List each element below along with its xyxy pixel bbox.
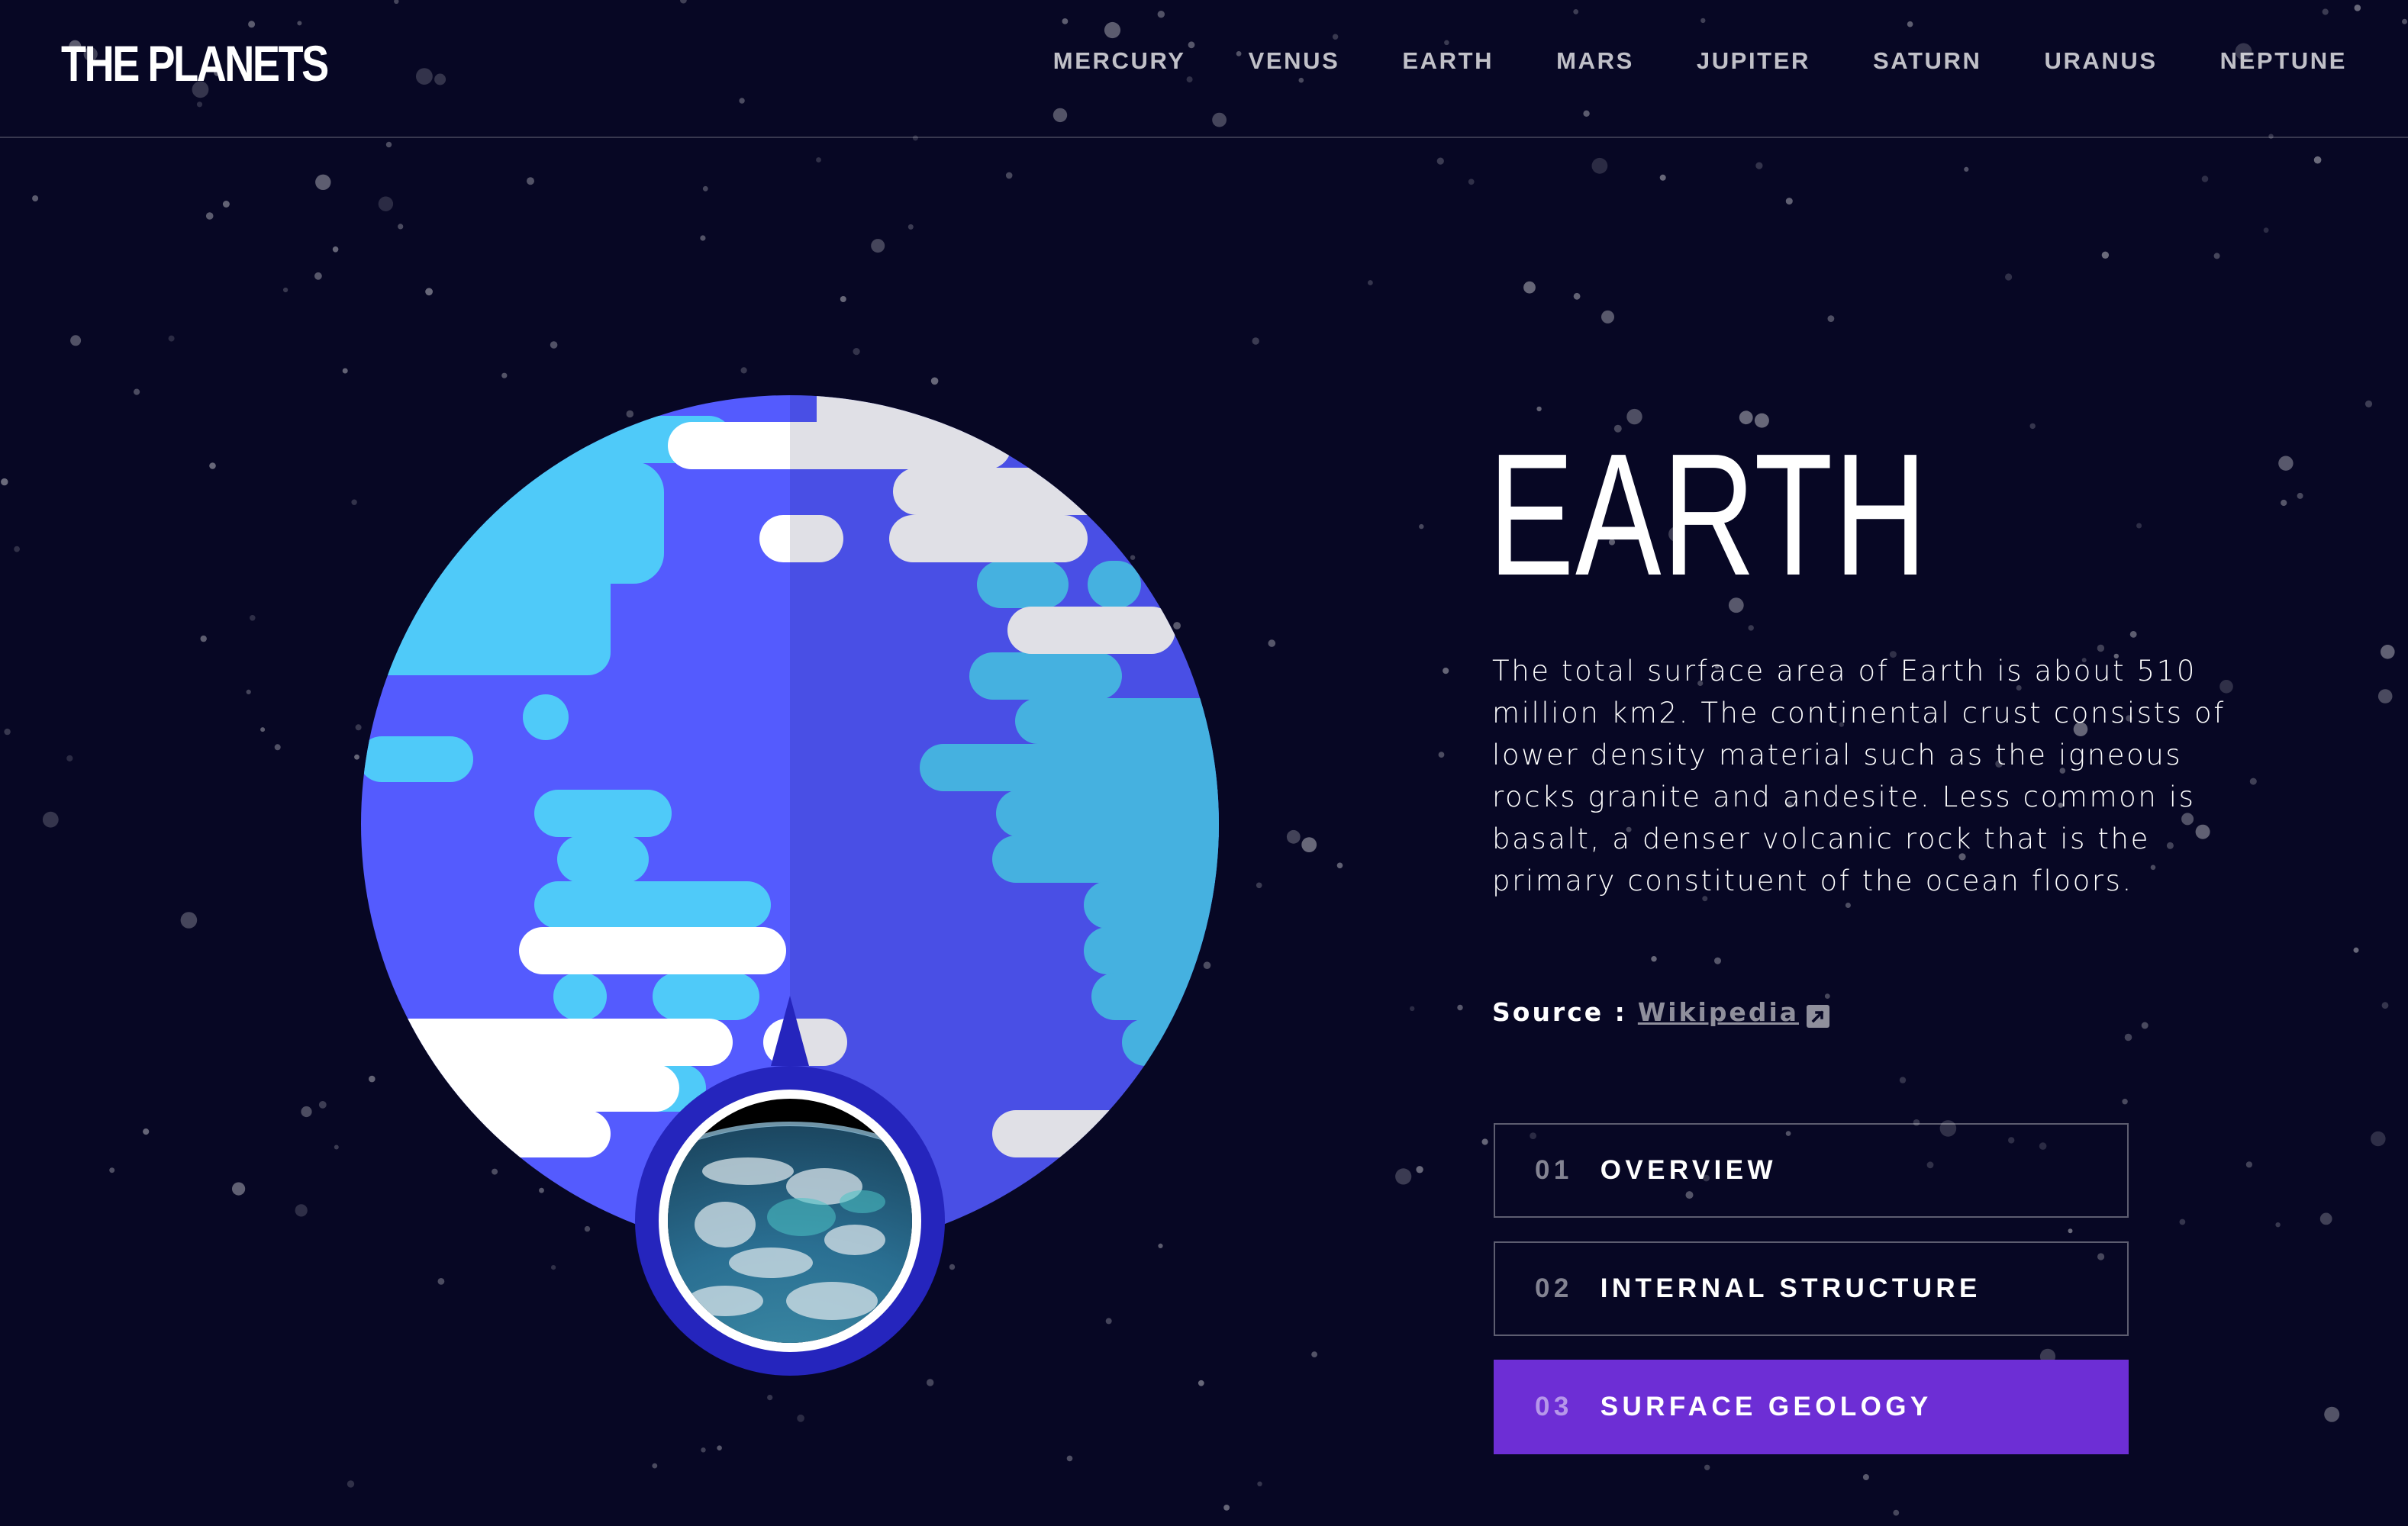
tab-number: 03	[1535, 1392, 1573, 1421]
nav-item-jupiter[interactable]: JUPITER	[1697, 43, 1810, 79]
tab-label: OVERVIEW	[1600, 1155, 1777, 1185]
nav-item-saturn[interactable]: SATURN	[1873, 43, 1981, 79]
tab-number: 01	[1535, 1155, 1573, 1185]
tab-label: SURFACE GEOLOGY	[1600, 1392, 1933, 1421]
nav-item-venus[interactable]: VENUS	[1249, 43, 1340, 79]
planet-nav: MERCURY VENUS EARTH MARS JUPITER SATURN …	[1053, 43, 2347, 79]
nav-item-earth[interactable]: EARTH	[1402, 43, 1494, 79]
planet-title: EARTH	[1488, 418, 1929, 612]
site-header: THE PLANETS MERCURY VENUS EARTH MARS JUP…	[0, 0, 2408, 138]
tab-internal-structure[interactable]: 02 INTERNAL STRUCTURE	[1494, 1241, 2129, 1336]
nav-item-mercury[interactable]: MERCURY	[1053, 43, 1186, 79]
nav-item-neptune[interactable]: NEPTUNE	[2220, 43, 2347, 79]
external-link-icon[interactable]	[1807, 1001, 1830, 1028]
geology-image	[635, 996, 945, 1376]
tab-number: 02	[1535, 1273, 1573, 1303]
tab-surface-geology[interactable]: 03 SURFACE GEOLOGY	[1494, 1360, 2129, 1454]
planet-description: The total surface area of Earth is about…	[1492, 655, 2226, 897]
source-label: Source :	[1492, 997, 1627, 1027]
tab-overview[interactable]: 01 OVERVIEW	[1494, 1123, 2129, 1218]
surface-geology-inset	[633, 996, 946, 1377]
tab-label: INTERNAL STRUCTURE	[1600, 1273, 1981, 1303]
source-line: Source : Wikipedia	[1492, 994, 1830, 1031]
source-link[interactable]: Wikipedia	[1638, 994, 1799, 1031]
info-tabs: 01 OVERVIEW 02 INTERNAL STRUCTURE 03 SUR…	[1494, 1123, 2129, 1478]
site-logo[interactable]: THE PLANETS	[61, 29, 329, 98]
nav-item-uranus[interactable]: URANUS	[2044, 43, 2157, 79]
nav-item-mars[interactable]: MARS	[1556, 43, 1634, 79]
